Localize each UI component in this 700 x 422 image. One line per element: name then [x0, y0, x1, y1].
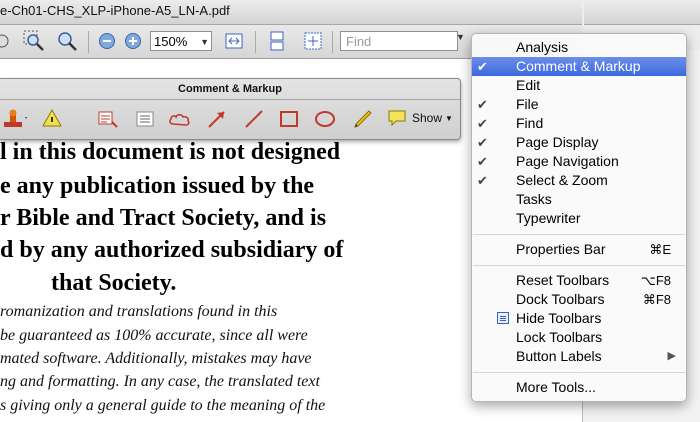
checkmark-icon: ✔: [477, 116, 488, 131]
zoom-dropdown-icon[interactable]: ▼: [200, 32, 209, 52]
body-line: be guaranteed as 100% accurate, since al…: [0, 327, 308, 344]
menu-item-label: Find: [516, 115, 544, 131]
menu-item-typewriter[interactable]: Typewriter: [472, 209, 686, 228]
menu-item-label: Comment & Markup: [516, 58, 641, 74]
heading-line: e any publication issued by the: [0, 173, 315, 199]
menu-separator: [473, 265, 685, 266]
menu-item-edit[interactable]: Edit: [472, 76, 686, 95]
fit-width-icon[interactable]: [222, 29, 246, 53]
find-placeholder: Find: [346, 34, 372, 49]
background-window-titlebar: [584, 0, 700, 25]
menu-item-comment-markup[interactable]: ✔ Comment & Markup: [472, 57, 686, 76]
checkmark-icon: ✔: [477, 135, 488, 150]
zoom-in-icon[interactable]: [121, 29, 145, 53]
rectangle-tool-icon[interactable]: [277, 107, 301, 131]
dynamic-zoom-icon[interactable]: [55, 29, 79, 53]
menu-item-properties-bar[interactable]: Properties Bar ⌘E: [472, 240, 686, 259]
body-line: romanization and translations found in t…: [0, 303, 278, 320]
find-dropdown-icon[interactable]: ▼: [456, 32, 465, 42]
menu-item-label: Page Display: [516, 134, 599, 150]
cloud-tool-icon[interactable]: [168, 107, 192, 131]
body-line: s giving only a general guide to the mea…: [0, 397, 326, 414]
menu-item-label: Page Navigation: [516, 153, 619, 169]
scrolling-mode-icon[interactable]: [265, 29, 289, 53]
text-box-icon[interactable]: [133, 107, 157, 131]
zoom-out-icon[interactable]: [95, 29, 119, 53]
menu-item-page-display[interactable]: ✔ Page Display: [472, 133, 686, 152]
menu-item-shortcut: ⌘E: [649, 242, 671, 257]
menu-item-label: Edit: [516, 77, 541, 93]
body-line: mated software. Additionally, mistakes m…: [0, 350, 312, 367]
menu-separator: [473, 372, 685, 373]
arrow-tool-icon[interactable]: [205, 107, 229, 131]
menu-item-label: Lock Toolbars: [516, 329, 603, 345]
show-dropdown-icon: ▼: [445, 113, 453, 123]
menu-item-tasks[interactable]: Tasks: [472, 190, 686, 209]
toolbars-menu: Analysis ✔ Comment & Markup Edit ✔ File …: [471, 33, 687, 402]
menu-item-file[interactable]: ✔ File: [472, 95, 686, 114]
text-edits-icon[interactable]: [96, 107, 120, 131]
checkmark-icon: ✔: [477, 97, 488, 112]
hand-tool-icon[interactable]: [0, 29, 16, 53]
menu-item-reset-toolbars[interactable]: Reset Toolbars ⌥F8: [472, 271, 686, 290]
menu-item-page-navigation[interactable]: ✔ Page Navigation: [472, 152, 686, 171]
toolbar-separator: [88, 31, 89, 53]
heading-line: l in this document is not designed: [0, 139, 341, 165]
checkmark-icon: ✔: [477, 173, 488, 188]
menu-item-label: More Tools...: [516, 379, 596, 395]
toolbar-separator: [332, 31, 333, 53]
menu-item-more-tools[interactable]: More Tools...: [472, 378, 686, 397]
menu-item-lock-toolbars[interactable]: Lock Toolbars: [472, 328, 686, 347]
menu-item-label: Typewriter: [516, 210, 581, 226]
pencil-tool-icon[interactable]: [351, 107, 375, 131]
menu-item-dock-toolbars[interactable]: Dock Toolbars ⌘F8: [472, 290, 686, 309]
menu-item-select-zoom[interactable]: ✔ Select & Zoom: [472, 171, 686, 190]
menu-item-analysis[interactable]: Analysis: [472, 38, 686, 57]
stamp-icon[interactable]: [4, 107, 28, 131]
marquee-zoom-icon[interactable]: [22, 29, 46, 53]
menu-item-button-labels[interactable]: Button Labels ▶: [472, 347, 686, 366]
menu-item-shortcut: ⌥F8: [640, 273, 671, 288]
window-titlebar[interactable]: e-Ch01-CHS_XLP-iPhone-A5_LN-A.pdf: [0, 0, 582, 25]
menu-item-label: Properties Bar: [516, 241, 606, 257]
heading-line: d by any authorized subsidiary of: [0, 237, 344, 263]
menu-item-label: Dock Toolbars: [516, 291, 605, 307]
zoom-level-field[interactable]: 150% ▼: [150, 31, 212, 51]
menu-separator: [473, 234, 685, 235]
comment-markup-title: Comment & Markup: [0, 79, 460, 100]
sticky-note-icon[interactable]: [40, 107, 64, 131]
menu-item-label: File: [516, 96, 539, 112]
menu-item-find[interactable]: ✔ Find: [472, 114, 686, 133]
fit-page-icon[interactable]: [301, 29, 325, 53]
oval-tool-icon[interactable]: [313, 107, 337, 131]
heading-line: r Bible and Tract Society, and is: [0, 205, 327, 231]
menu-item-label: Analysis: [516, 39, 569, 55]
show-comments-button[interactable]: Show ▼: [387, 108, 453, 128]
checkmark-icon: ✔: [477, 59, 488, 74]
window-title: e-Ch01-CHS_XLP-iPhone-A5_LN-A.pdf: [0, 3, 230, 18]
heading-line: that Society.: [51, 270, 177, 296]
menu-item-label: Hide Toolbars: [516, 310, 602, 326]
menu-item-label: Button Labels: [516, 348, 602, 364]
toolbar-separator: [255, 31, 256, 53]
speech-bubble-icon: [388, 110, 406, 127]
menu-item-label: Tasks: [516, 191, 552, 207]
show-comments-label: Show: [412, 111, 443, 125]
body-line: ng and formatting. In any case, the tran…: [0, 373, 320, 390]
find-input[interactable]: Find: [340, 31, 458, 51]
zoom-level-value: 150%: [154, 34, 188, 49]
submenu-arrow-icon: ▶: [667, 350, 676, 362]
checkmark-icon: ✔: [477, 154, 488, 169]
comment-markup-toolbar[interactable]: Comment & Markup Show ▼: [0, 78, 461, 140]
menu-item-hide-toolbars[interactable]: Hide Toolbars: [472, 309, 686, 328]
line-tool-icon[interactable]: [242, 107, 266, 131]
menu-item-shortcut: ⌘F8: [642, 292, 671, 307]
menu-item-label: Reset Toolbars: [516, 272, 610, 288]
menu-item-label: Select & Zoom: [516, 172, 608, 188]
hide-toolbars-icon: [497, 312, 509, 324]
